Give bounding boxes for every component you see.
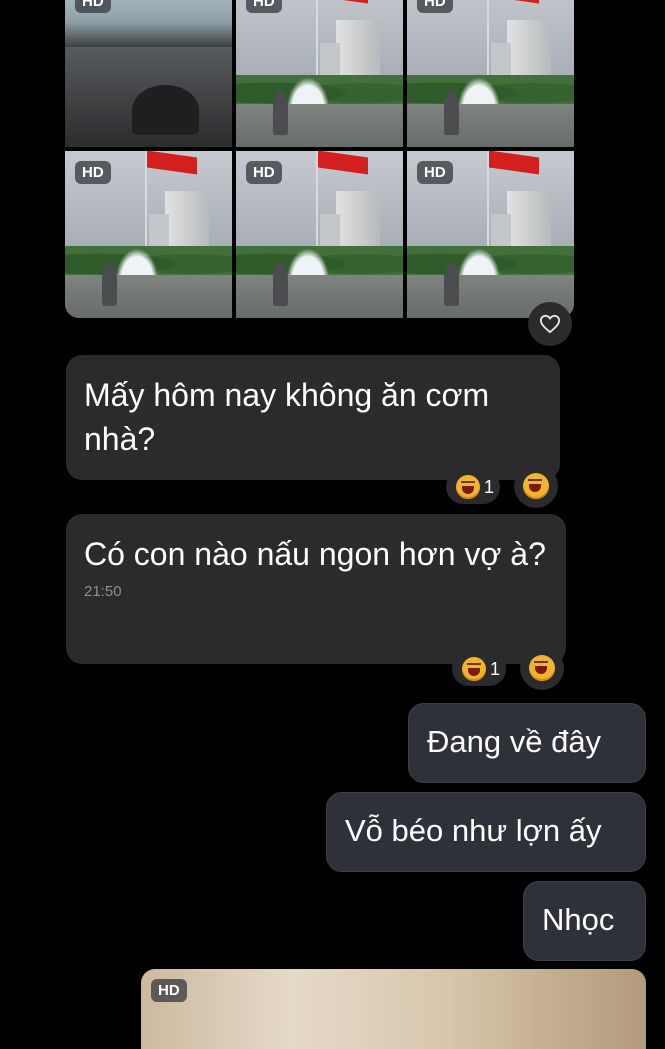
message-text: Mấy hôm nay không ăn cơm nhà? xyxy=(84,377,490,457)
hd-badge: HD xyxy=(151,979,187,1002)
laughing-emoji-icon xyxy=(523,473,549,499)
message-timestamp: 21:50 xyxy=(84,583,122,600)
photo-thumbnail[interactable]: HD xyxy=(65,0,232,147)
message-text: Vỗ béo như lợn ấy xyxy=(345,813,602,848)
incoming-message-bubble[interactable]: Mấy hôm nay không ăn cơm nhà? xyxy=(66,355,560,480)
heart-icon xyxy=(539,314,561,334)
hd-badge: HD xyxy=(75,161,111,184)
message-text: Có con nào nấu ngon hơn vợ à? xyxy=(84,536,546,572)
add-reaction-button[interactable] xyxy=(520,646,564,690)
outgoing-message-bubble[interactable]: Vỗ béo như lợn ấy xyxy=(326,792,646,872)
reaction-count: 1 xyxy=(484,476,495,497)
photo-thumbnail[interactable]: HD xyxy=(407,151,574,318)
reaction-count: 1 xyxy=(490,658,501,679)
photo-thumbnail[interactable]: HD xyxy=(407,0,574,147)
hd-badge: HD xyxy=(246,0,282,13)
incoming-message-bubble[interactable]: Có con nào nấu ngon hơn vợ à? 21:50 xyxy=(66,514,566,664)
reaction-summary[interactable]: 1 xyxy=(446,470,500,504)
photo-thumbnail[interactable]: HD xyxy=(236,151,403,318)
message-text: Đang về đây xyxy=(427,724,602,759)
laughing-emoji-icon xyxy=(456,475,480,499)
hd-badge: HD xyxy=(417,0,453,13)
hd-badge: HD xyxy=(246,161,282,184)
outgoing-message-bubble[interactable]: Đang về đây xyxy=(408,703,646,783)
message-text: Nhọc xyxy=(542,902,615,937)
add-reaction-button[interactable] xyxy=(514,464,558,508)
photo-thumbnail[interactable]: HD xyxy=(65,151,232,318)
laughing-emoji-icon xyxy=(529,655,555,681)
hd-badge: HD xyxy=(417,161,453,184)
hd-badge: HD xyxy=(75,0,111,13)
laughing-emoji-icon xyxy=(462,657,486,681)
outgoing-message-bubble[interactable]: Nhọc xyxy=(523,881,646,961)
reaction-summary[interactable]: 1 xyxy=(452,652,506,686)
photo-message[interactable]: HD xyxy=(141,969,646,1049)
heart-reaction-button[interactable] xyxy=(528,302,572,346)
photo-thumbnail[interactable]: HD xyxy=(236,0,403,147)
